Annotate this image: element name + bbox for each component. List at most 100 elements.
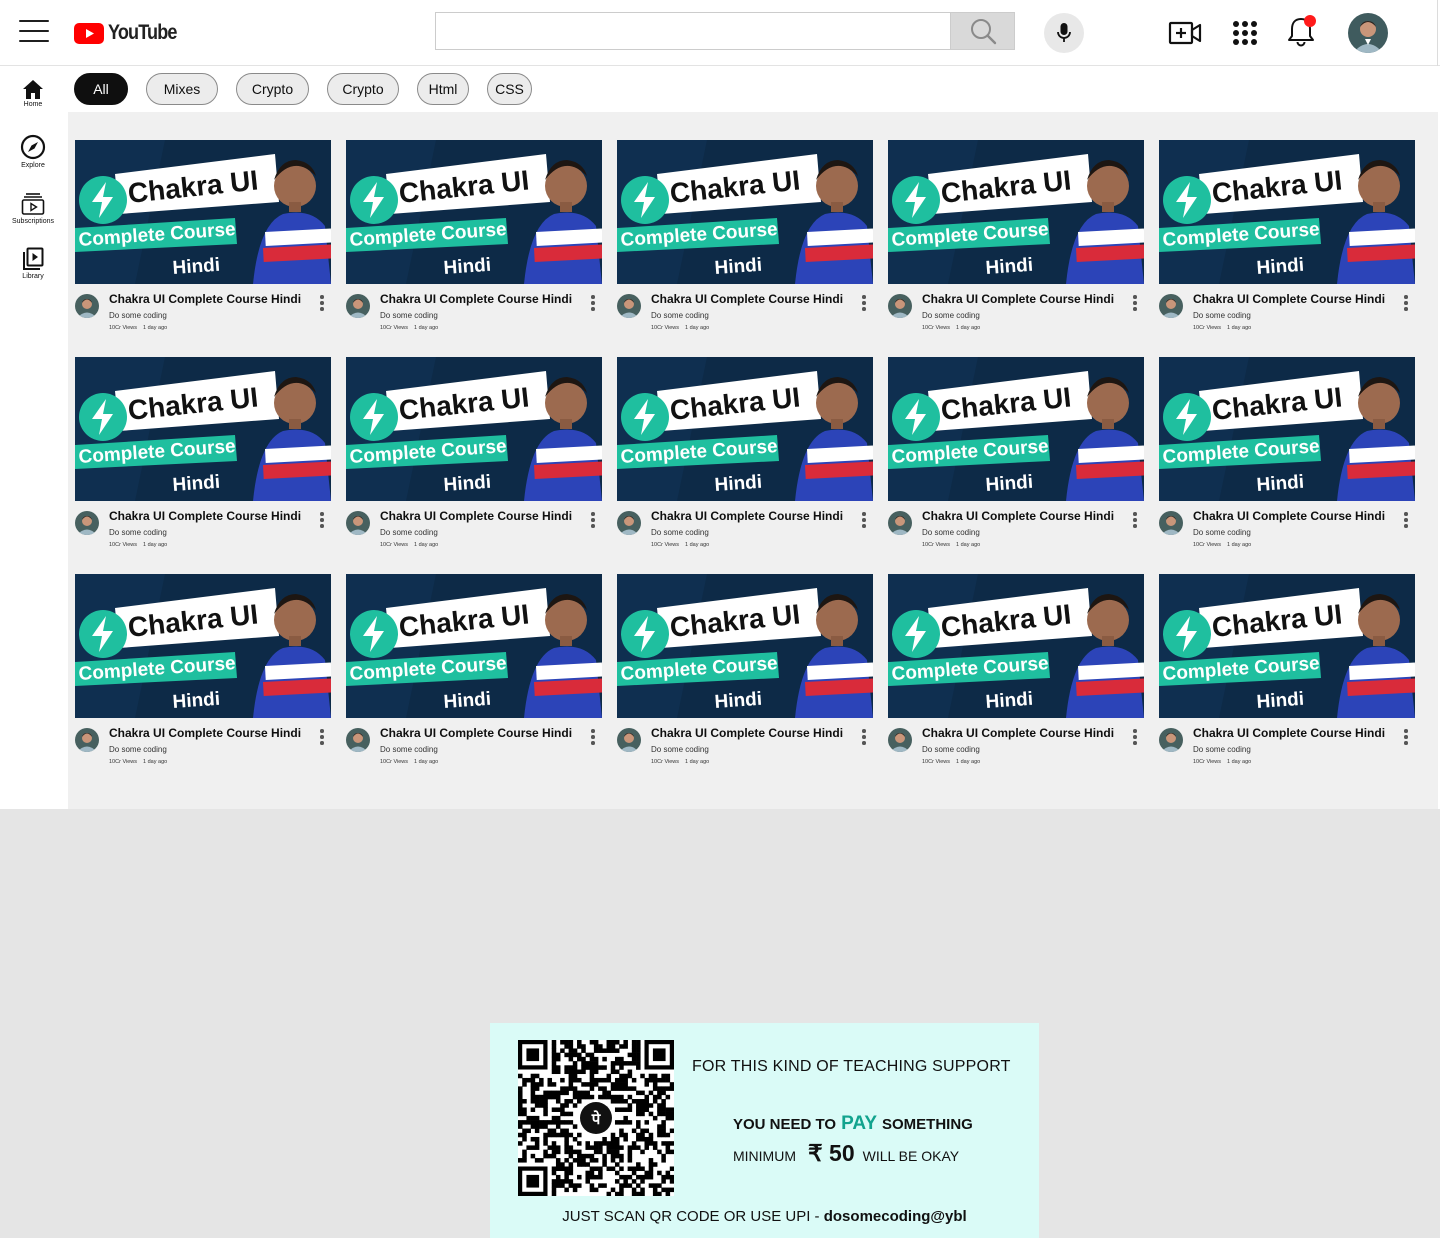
- channel-avatar[interactable]: [617, 728, 641, 752]
- video-card[interactable]: Chakra UI Complete Course Hindi Chakra U…: [75, 357, 331, 557]
- chip-css[interactable]: CSS: [487, 73, 532, 105]
- video-thumbnail[interactable]: Chakra UI Complete Course Hindi: [888, 574, 1144, 718]
- channel-name[interactable]: Do some coding: [1193, 745, 1251, 754]
- notifications-button[interactable]: [1284, 14, 1318, 48]
- more-options-icon[interactable]: [318, 295, 326, 315]
- channel-name[interactable]: Do some coding: [1193, 528, 1251, 537]
- channel-name[interactable]: Do some coding: [651, 528, 709, 537]
- video-card[interactable]: Chakra UI Complete Course Hindi Chakra U…: [617, 140, 873, 340]
- video-card[interactable]: Chakra UI Complete Course Hindi Chakra U…: [888, 574, 1144, 774]
- video-title[interactable]: Chakra UI Complete Course Hindi: [1193, 509, 1385, 523]
- video-title[interactable]: Chakra UI Complete Course Hindi: [109, 509, 301, 523]
- channel-avatar[interactable]: [75, 511, 99, 535]
- video-card[interactable]: Chakra UI Complete Course Hindi Chakra U…: [888, 357, 1144, 557]
- channel-avatar[interactable]: [888, 511, 912, 535]
- sidebar-item-library[interactable]: Library: [0, 247, 66, 280]
- channel-name[interactable]: Do some coding: [651, 745, 709, 754]
- more-options-icon[interactable]: [1131, 512, 1139, 532]
- channel-name[interactable]: Do some coding: [922, 528, 980, 537]
- video-title[interactable]: Chakra UI Complete Course Hindi: [922, 509, 1114, 523]
- sidebar-item-explore[interactable]: Explore: [0, 134, 66, 169]
- video-title[interactable]: Chakra UI Complete Course Hindi: [109, 292, 301, 306]
- video-thumbnail[interactable]: Chakra UI Complete Course Hindi: [1159, 357, 1415, 501]
- video-card[interactable]: Chakra UI Complete Course Hindi Chakra U…: [1159, 357, 1415, 557]
- channel-avatar[interactable]: [1159, 728, 1183, 752]
- create-video-button[interactable]: [1168, 16, 1202, 50]
- channel-avatar[interactable]: [888, 294, 912, 318]
- video-thumbnail[interactable]: Chakra UI Complete Course Hindi: [346, 140, 602, 284]
- sidebar-item-subscriptions[interactable]: Subscriptions: [0, 192, 66, 225]
- video-card[interactable]: Chakra UI Complete Course Hindi Chakra U…: [617, 574, 873, 774]
- video-card[interactable]: Chakra UI Complete Course Hindi Chakra U…: [75, 140, 331, 340]
- video-card[interactable]: Chakra UI Complete Course Hindi Chakra U…: [1159, 574, 1415, 774]
- video-card[interactable]: Chakra UI Complete Course Hindi Chakra U…: [75, 574, 331, 774]
- video-title[interactable]: Chakra UI Complete Course Hindi: [1193, 726, 1385, 740]
- chip-html[interactable]: Html: [417, 73, 469, 105]
- channel-name[interactable]: Do some coding: [109, 745, 167, 754]
- video-card[interactable]: Chakra UI Complete Course Hindi Chakra U…: [617, 357, 873, 557]
- channel-name[interactable]: Do some coding: [380, 311, 438, 320]
- video-thumbnail[interactable]: Chakra UI Complete Course Hindi: [888, 140, 1144, 284]
- more-options-icon[interactable]: [1131, 295, 1139, 315]
- channel-name[interactable]: Do some coding: [922, 311, 980, 320]
- channel-name[interactable]: Do some coding: [651, 311, 709, 320]
- video-thumbnail[interactable]: Chakra UI Complete Course Hindi: [75, 357, 331, 501]
- video-title[interactable]: Chakra UI Complete Course Hindi: [651, 726, 843, 740]
- video-thumbnail[interactable]: Chakra UI Complete Course Hindi: [617, 574, 873, 718]
- video-title[interactable]: Chakra UI Complete Course Hindi: [651, 292, 843, 306]
- more-options-icon[interactable]: [1402, 295, 1410, 315]
- more-options-icon[interactable]: [860, 295, 868, 315]
- video-thumbnail[interactable]: Chakra UI Complete Course Hindi: [1159, 574, 1415, 718]
- search-button[interactable]: [950, 12, 1015, 50]
- channel-name[interactable]: Do some coding: [109, 528, 167, 537]
- account-avatar[interactable]: [1348, 13, 1388, 53]
- video-title[interactable]: Chakra UI Complete Course Hindi: [922, 292, 1114, 306]
- video-title[interactable]: Chakra UI Complete Course Hindi: [380, 726, 572, 740]
- video-card[interactable]: Chakra UI Complete Course Hindi Chakra U…: [1159, 140, 1415, 340]
- more-options-icon[interactable]: [1402, 729, 1410, 749]
- channel-avatar[interactable]: [1159, 294, 1183, 318]
- video-title[interactable]: Chakra UI Complete Course Hindi: [922, 726, 1114, 740]
- upi-id[interactable]: dosomecoding@ybl: [824, 1208, 967, 1225]
- more-options-icon[interactable]: [318, 512, 326, 532]
- video-title[interactable]: Chakra UI Complete Course Hindi: [109, 726, 301, 740]
- more-options-icon[interactable]: [1131, 729, 1139, 749]
- more-options-icon[interactable]: [589, 729, 597, 749]
- apps-button[interactable]: [1228, 16, 1262, 50]
- video-title[interactable]: Chakra UI Complete Course Hindi: [1193, 292, 1385, 306]
- channel-avatar[interactable]: [346, 294, 370, 318]
- chip-crypto[interactable]: Crypto: [236, 73, 309, 105]
- youtube-logo[interactable]: YouTube: [74, 20, 188, 46]
- video-thumbnail[interactable]: Chakra UI Complete Course Hindi: [1159, 140, 1415, 284]
- more-options-icon[interactable]: [589, 295, 597, 315]
- menu-icon[interactable]: [19, 20, 49, 46]
- voice-search-button[interactable]: [1044, 13, 1084, 53]
- video-thumbnail[interactable]: Chakra UI Complete Course Hindi: [617, 357, 873, 501]
- channel-avatar[interactable]: [346, 728, 370, 752]
- channel-name[interactable]: Do some coding: [109, 311, 167, 320]
- chip-all[interactable]: All: [74, 73, 128, 105]
- more-options-icon[interactable]: [589, 512, 597, 532]
- video-title[interactable]: Chakra UI Complete Course Hindi: [380, 292, 572, 306]
- channel-name[interactable]: Do some coding: [380, 528, 438, 537]
- channel-avatar[interactable]: [617, 511, 641, 535]
- channel-name[interactable]: Do some coding: [922, 745, 980, 754]
- search-input[interactable]: [435, 12, 950, 50]
- video-thumbnail[interactable]: Chakra UI Complete Course Hindi: [75, 574, 331, 718]
- video-thumbnail[interactable]: Chakra UI Complete Course Hindi: [346, 574, 602, 718]
- chip-mixes[interactable]: Mixes: [146, 73, 218, 105]
- channel-name[interactable]: Do some coding: [1193, 311, 1251, 320]
- sidebar-item-home[interactable]: Home: [0, 80, 66, 108]
- video-thumbnail[interactable]: Chakra UI Complete Course Hindi: [75, 140, 331, 284]
- video-title[interactable]: Chakra UI Complete Course Hindi: [380, 509, 572, 523]
- more-options-icon[interactable]: [1402, 512, 1410, 532]
- video-card[interactable]: Chakra UI Complete Course Hindi Chakra U…: [346, 140, 602, 340]
- channel-avatar[interactable]: [75, 294, 99, 318]
- more-options-icon[interactable]: [860, 512, 868, 532]
- video-card[interactable]: Chakra UI Complete Course Hindi Chakra U…: [346, 574, 602, 774]
- channel-name[interactable]: Do some coding: [380, 745, 438, 754]
- video-thumbnail[interactable]: Chakra UI Complete Course Hindi: [617, 140, 873, 284]
- video-card[interactable]: Chakra UI Complete Course Hindi Chakra U…: [888, 140, 1144, 340]
- channel-avatar[interactable]: [1159, 511, 1183, 535]
- video-card[interactable]: Chakra UI Complete Course Hindi Chakra U…: [346, 357, 602, 557]
